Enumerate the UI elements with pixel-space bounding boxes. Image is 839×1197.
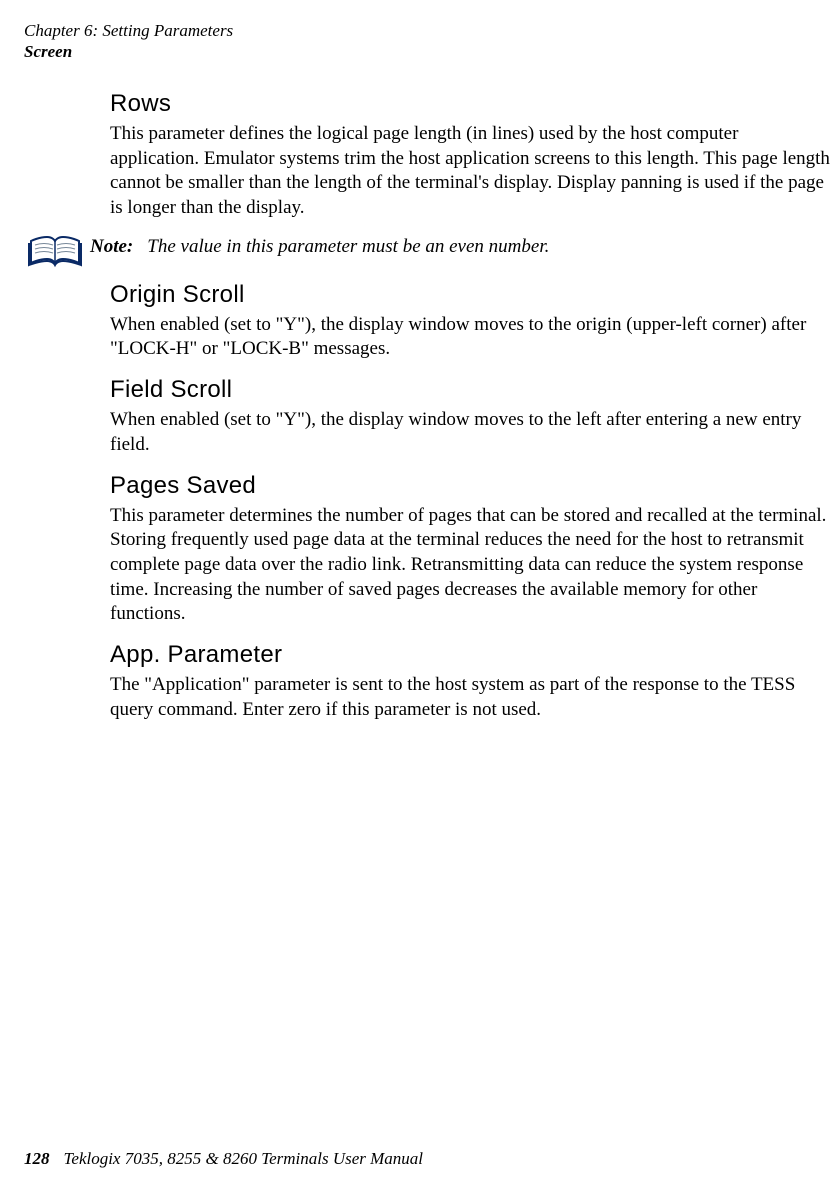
body-pages-saved: This parameter determines the number of … bbox=[110, 504, 832, 627]
section-title: Screen bbox=[24, 41, 233, 62]
manual-title: Teklogix 7035, 8255 & 8260 Terminals Use… bbox=[64, 1149, 424, 1168]
note-label: Note: bbox=[90, 236, 133, 257]
book-icon bbox=[20, 235, 90, 271]
section-origin-scroll: Origin Scroll When enabled (set to "Y"),… bbox=[110, 281, 832, 362]
heading-app-parameter: App. Parameter bbox=[110, 641, 832, 669]
body-rows: This parameter defines the logical page … bbox=[110, 122, 832, 221]
content-area: Rows This parameter defines the logical … bbox=[110, 90, 832, 736]
heading-pages-saved: Pages Saved bbox=[110, 472, 832, 500]
section-field-scroll: Field Scroll When enabled (set to "Y"), … bbox=[110, 376, 832, 457]
heading-rows: Rows bbox=[110, 90, 832, 118]
note-text: Note: The value in this parameter must be… bbox=[90, 235, 549, 260]
heading-field-scroll: Field Scroll bbox=[110, 376, 832, 404]
heading-origin-scroll: Origin Scroll bbox=[110, 281, 832, 309]
body-app-parameter: The "Application" parameter is sent to t… bbox=[110, 673, 832, 722]
body-field-scroll: When enabled (set to "Y"), the display w… bbox=[110, 408, 832, 457]
section-app-parameter: App. Parameter The "Application" paramet… bbox=[110, 641, 832, 722]
chapter-title: Chapter 6: Setting Parameters bbox=[24, 20, 233, 41]
page: Chapter 6: Setting Parameters Screen Row… bbox=[0, 0, 839, 1197]
section-rows: Rows This parameter defines the logical … bbox=[110, 90, 832, 221]
note-body: The value in this parameter must be an e… bbox=[147, 236, 549, 257]
running-header: Chapter 6: Setting Parameters Screen bbox=[24, 20, 233, 63]
footer: 128 Teklogix 7035, 8255 & 8260 Terminals … bbox=[24, 1149, 423, 1169]
section-pages-saved: Pages Saved This parameter determines th… bbox=[110, 472, 832, 627]
page-number: 128 bbox=[24, 1149, 50, 1168]
body-origin-scroll: When enabled (set to "Y"), the display w… bbox=[110, 313, 832, 362]
note-block: Note: The value in this parameter must be… bbox=[20, 235, 832, 271]
